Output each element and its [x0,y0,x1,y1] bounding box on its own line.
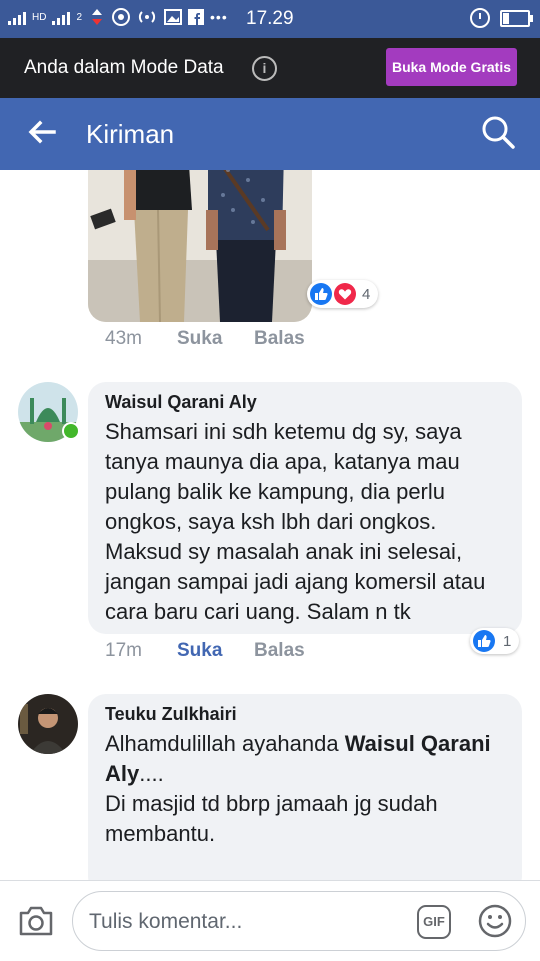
photo-reactions[interactable]: 4 [307,280,379,308]
comment-time: 17m [105,640,142,661]
search-icon[interactable] [480,114,516,150]
alarm-icon [470,8,490,28]
network-label: 2 [76,11,83,23]
reply-button[interactable]: Balas [254,640,305,662]
comment-like-count[interactable]: 1 [470,628,520,654]
like-button[interactable]: Suka [177,328,254,350]
comment-text-part: Alhamdulillah ayahanda [105,731,345,756]
comment-author[interactable]: Waisul Qarani Aly [105,392,506,413]
status-icons-right [470,8,533,28]
free-mode-button[interactable]: Buka Mode Gratis [386,48,517,86]
status-bar: HD 2 ••• 17.29 [0,0,540,38]
comment-text: Shamsari ini sdh ketemu dg sy, saya tany… [105,419,486,624]
data-mode-banner: Anda dalam Mode Data i Buka Mode Gratis [0,38,540,98]
comment-time: 43m [105,328,142,349]
comment-text: Alhamdulillah ayahanda Waisul Qarani Aly… [105,729,506,849]
battery-icon [500,9,533,27]
emoji-icon[interactable] [477,903,513,939]
app-header: Kiriman [0,98,540,170]
info-icon[interactable]: i [252,56,277,81]
comment-actions: 17m Suka Balas [105,640,305,662]
page-title: Kiriman [86,119,175,149]
signal-icon [52,9,71,25]
clock: 17.29 [246,8,294,29]
like-button[interactable]: Suka [177,640,254,662]
like-reaction-icon [473,630,495,652]
hd-label: HD [32,11,47,23]
back-arrow-icon[interactable] [26,116,58,148]
online-indicator [62,422,80,440]
photo-people-illustration [88,170,312,322]
hotspot-icon [138,11,156,23]
data-mode-message: Anda dalam Mode Data [24,57,224,78]
status-icons-left: HD 2 ••• [8,8,228,26]
facebook-icon [188,9,205,25]
like-reaction-icon [310,283,332,305]
comment-bubble[interactable]: Waisul Qarani Aly Shamsari ini sdh ketem… [88,382,522,634]
reply-button[interactable]: Balas [254,328,305,350]
comment-composer: Tulis komentar... GIF [0,880,540,961]
data-transfer-icon [92,9,103,25]
comment-text-part: Di masjid td bbrp jamaah jg sudah memban… [105,791,438,846]
comments-feed: 4 43m Suka Balas Waisul Qarani Aly Shams… [0,170,540,880]
gallery-icon [164,9,183,25]
comment-author[interactable]: Teuku Zulkhairi [105,704,506,725]
comment-photo[interactable] [88,170,312,322]
gif-button[interactable]: GIF [417,905,451,939]
comment-bubble[interactable]: Teuku Zulkhairi Alhamdulillah ayahanda W… [88,694,522,880]
chrome-icon [112,8,131,26]
avatar[interactable] [18,694,78,754]
comment-text-part: .... [139,761,164,786]
signal-icon [8,9,26,25]
like-count: 1 [503,632,512,650]
more-icon: ••• [210,9,228,25]
comment-placeholder: Tulis komentar... [89,910,243,933]
love-reaction-icon [334,283,356,305]
camera-icon[interactable] [18,905,54,937]
comment-input[interactable]: Tulis komentar... GIF [72,891,526,951]
photo-comment-actions: 43m Suka Balas [105,328,305,350]
reaction-count: 4 [362,285,371,303]
